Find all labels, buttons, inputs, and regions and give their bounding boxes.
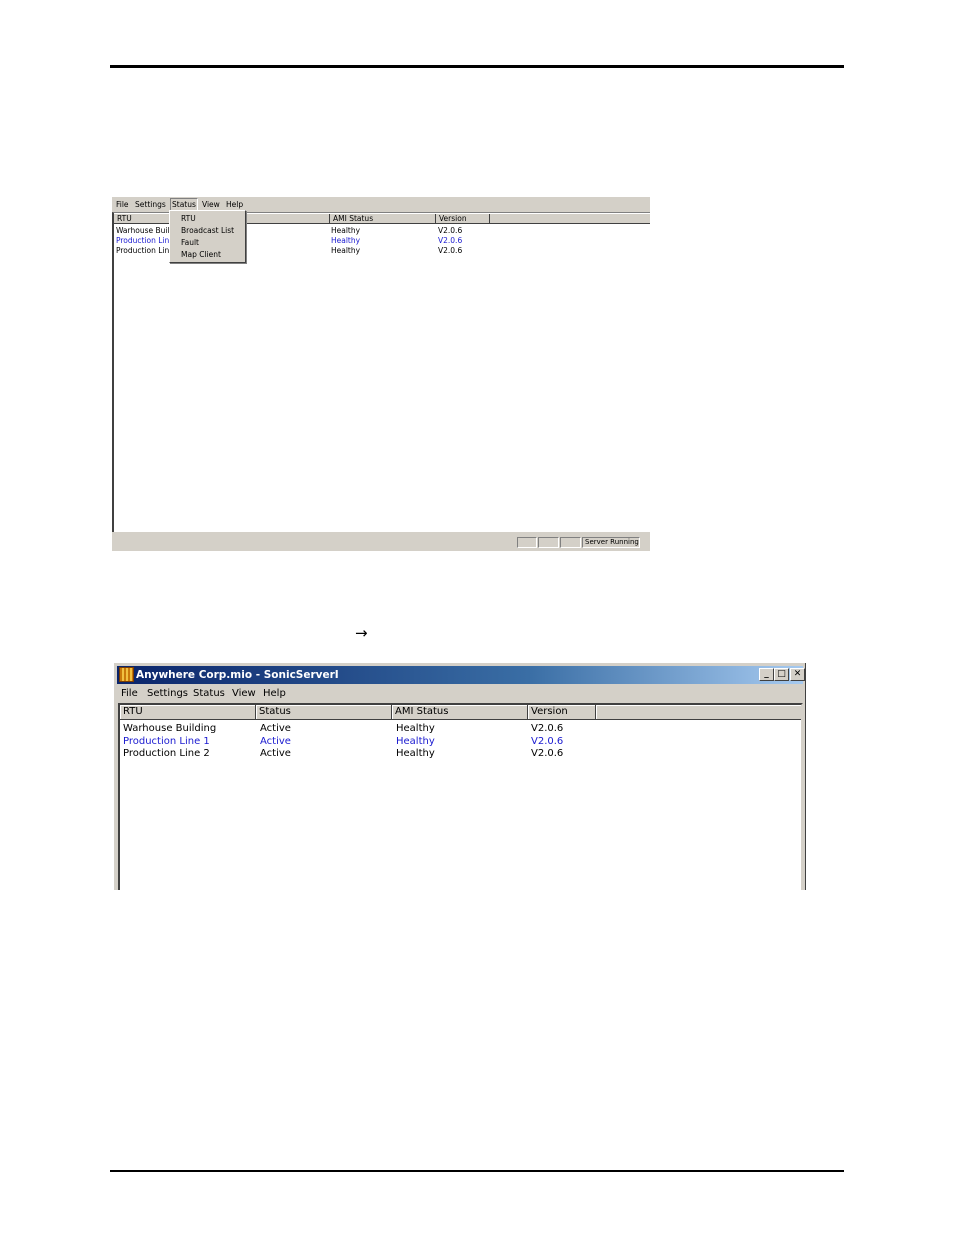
row1-rtu[interactable]: Warhouse Building	[123, 723, 216, 735]
column-header-version[interactable]: Version	[528, 705, 596, 720]
menu-file[interactable]: File	[121, 687, 138, 701]
dropdown-item-broadcast-list[interactable]: Broadcast List	[181, 225, 234, 236]
row3-rtu[interactable]: Production Line	[116, 246, 174, 256]
column-header-empty	[490, 214, 650, 224]
maximize-button[interactable]: □	[774, 668, 789, 681]
screenshot-status-menu: File Settings Status View Help RTU AMI S…	[112, 197, 650, 551]
menu-settings[interactable]: Settings	[147, 687, 188, 701]
row2-ami-status: Healthy	[396, 736, 435, 747]
row1-status: Active	[260, 723, 291, 734]
title-bar[interactable]: Anywhere Corp.mio - SonicServerI _ □ ✕	[117, 666, 805, 684]
row2-ami-status: Healthy	[331, 236, 361, 245]
status-panel-2	[538, 537, 559, 548]
row2-version: V2.0.6	[531, 736, 564, 747]
row2-rtu[interactable]: Production Line 1	[123, 736, 210, 748]
column-header-rtu[interactable]: RTU	[120, 705, 256, 720]
menu-view[interactable]: View	[232, 687, 256, 701]
row1-rtu[interactable]: Warhouse Build	[116, 226, 174, 236]
menu-view[interactable]: View	[201, 199, 221, 210]
row3-rtu[interactable]: Production Line 2	[123, 748, 210, 760]
menu-status[interactable]: Status	[193, 687, 225, 701]
row3-version: V2.0.6	[531, 748, 564, 759]
column-header-status[interactable]: Status	[256, 705, 392, 720]
minimize-button[interactable]: _	[759, 668, 774, 681]
window-title: Anywhere Corp.mio - SonicServerI	[136, 669, 339, 681]
status-dropdown-menu: RTU Broadcast List Fault Map Client	[169, 210, 246, 263]
row1-ami-status: Healthy	[396, 723, 435, 734]
dropdown-item-map-client[interactable]: Map Client	[181, 249, 221, 260]
header-rule	[110, 65, 844, 68]
rtu-list[interactable]: RTU Status AMI Status Version Warhouse B…	[118, 703, 803, 890]
screenshot-main-window: Anywhere Corp.mio - SonicServerI _ □ ✕ F…	[113, 663, 806, 890]
close-button[interactable]: ✕	[790, 668, 805, 681]
row1-ami-status: Healthy	[331, 226, 361, 235]
menu-settings[interactable]: Settings	[134, 199, 167, 210]
column-header-ami-status[interactable]: AMI Status	[392, 705, 528, 720]
column-header-version[interactable]: Version	[436, 214, 490, 224]
status-bar: Server Running	[112, 533, 650, 551]
row1-version: V2.0.6	[531, 723, 564, 734]
dropdown-item-rtu[interactable]: RTU	[181, 213, 196, 224]
status-panel-3	[560, 537, 581, 548]
menu-file[interactable]: File	[115, 199, 130, 210]
row3-ami-status: Healthy	[331, 246, 361, 255]
row3-ami-status: Healthy	[396, 748, 435, 759]
row2-version: V2.0.6	[438, 236, 463, 245]
menu-bar: File Settings Status View Help	[117, 685, 803, 703]
row1-version: V2.0.6	[438, 226, 463, 235]
dropdown-item-fault[interactable]: Fault	[181, 237, 199, 248]
row2-rtu[interactable]: Production Line	[116, 236, 174, 246]
menu-bar: File Settings Status View Help	[112, 197, 650, 211]
menu-help[interactable]: Help	[225, 199, 244, 210]
column-header-ami-status[interactable]: AMI Status	[330, 214, 436, 224]
row2-status: Active	[260, 736, 291, 747]
menu-help[interactable]: Help	[263, 687, 286, 701]
row3-status: Active	[260, 748, 291, 759]
row3-version: V2.0.6	[438, 246, 463, 255]
status-text: Server Running	[582, 537, 640, 548]
app-icon	[119, 667, 134, 682]
column-header-empty	[596, 705, 801, 720]
footer-rule	[110, 1170, 844, 1172]
status-panel-1	[517, 537, 537, 548]
arrow-icon: →	[355, 624, 368, 642]
